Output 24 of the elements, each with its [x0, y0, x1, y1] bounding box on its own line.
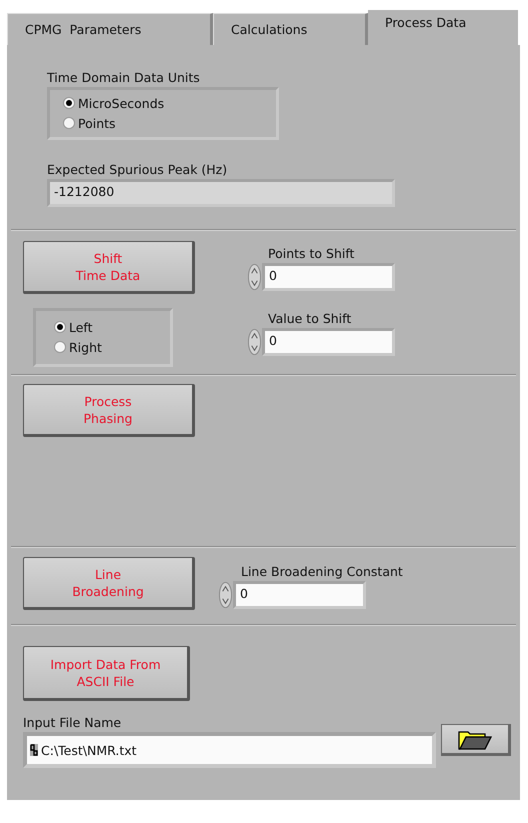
- field-label: Points to Shift: [268, 246, 356, 261]
- spinner-icon[interactable]: [248, 328, 261, 356]
- tab[interactable]: Calculations: [213, 13, 368, 45]
- input-field[interactable]: -1212080: [47, 179, 395, 207]
- radio-option[interactable]: MicroSeconds: [63, 93, 276, 113]
- path-icon: [30, 744, 38, 756]
- number-field[interactable]: 0: [262, 263, 395, 291]
- radio-option[interactable]: Left: [54, 317, 170, 337]
- radio-option[interactable]: Right: [54, 337, 170, 357]
- tab[interactable]: CPMG Parameters: [7, 13, 213, 45]
- radio-option[interactable]: Points: [63, 113, 276, 133]
- field-label: Value to Shift: [268, 311, 352, 326]
- number-field[interactable]: 0: [233, 581, 366, 609]
- path-value: C:\Test\NMR.txt: [41, 742, 137, 758]
- tab[interactable]: Process Data: [368, 10, 518, 45]
- field-label: Time Domain Data Units: [47, 70, 200, 85]
- spinner-icon[interactable]: [248, 263, 261, 291]
- path-field[interactable]: C:\Test\NMR.txt: [23, 732, 436, 768]
- browse-button[interactable]: [441, 724, 511, 756]
- spinner-icon[interactable]: [219, 581, 232, 609]
- field-label: Line Broadening Constant: [241, 564, 403, 579]
- field-label: Expected Spurious Peak (Hz): [47, 162, 228, 177]
- field-label: Input File Name: [23, 715, 122, 730]
- number-field[interactable]: 0: [262, 328, 395, 356]
